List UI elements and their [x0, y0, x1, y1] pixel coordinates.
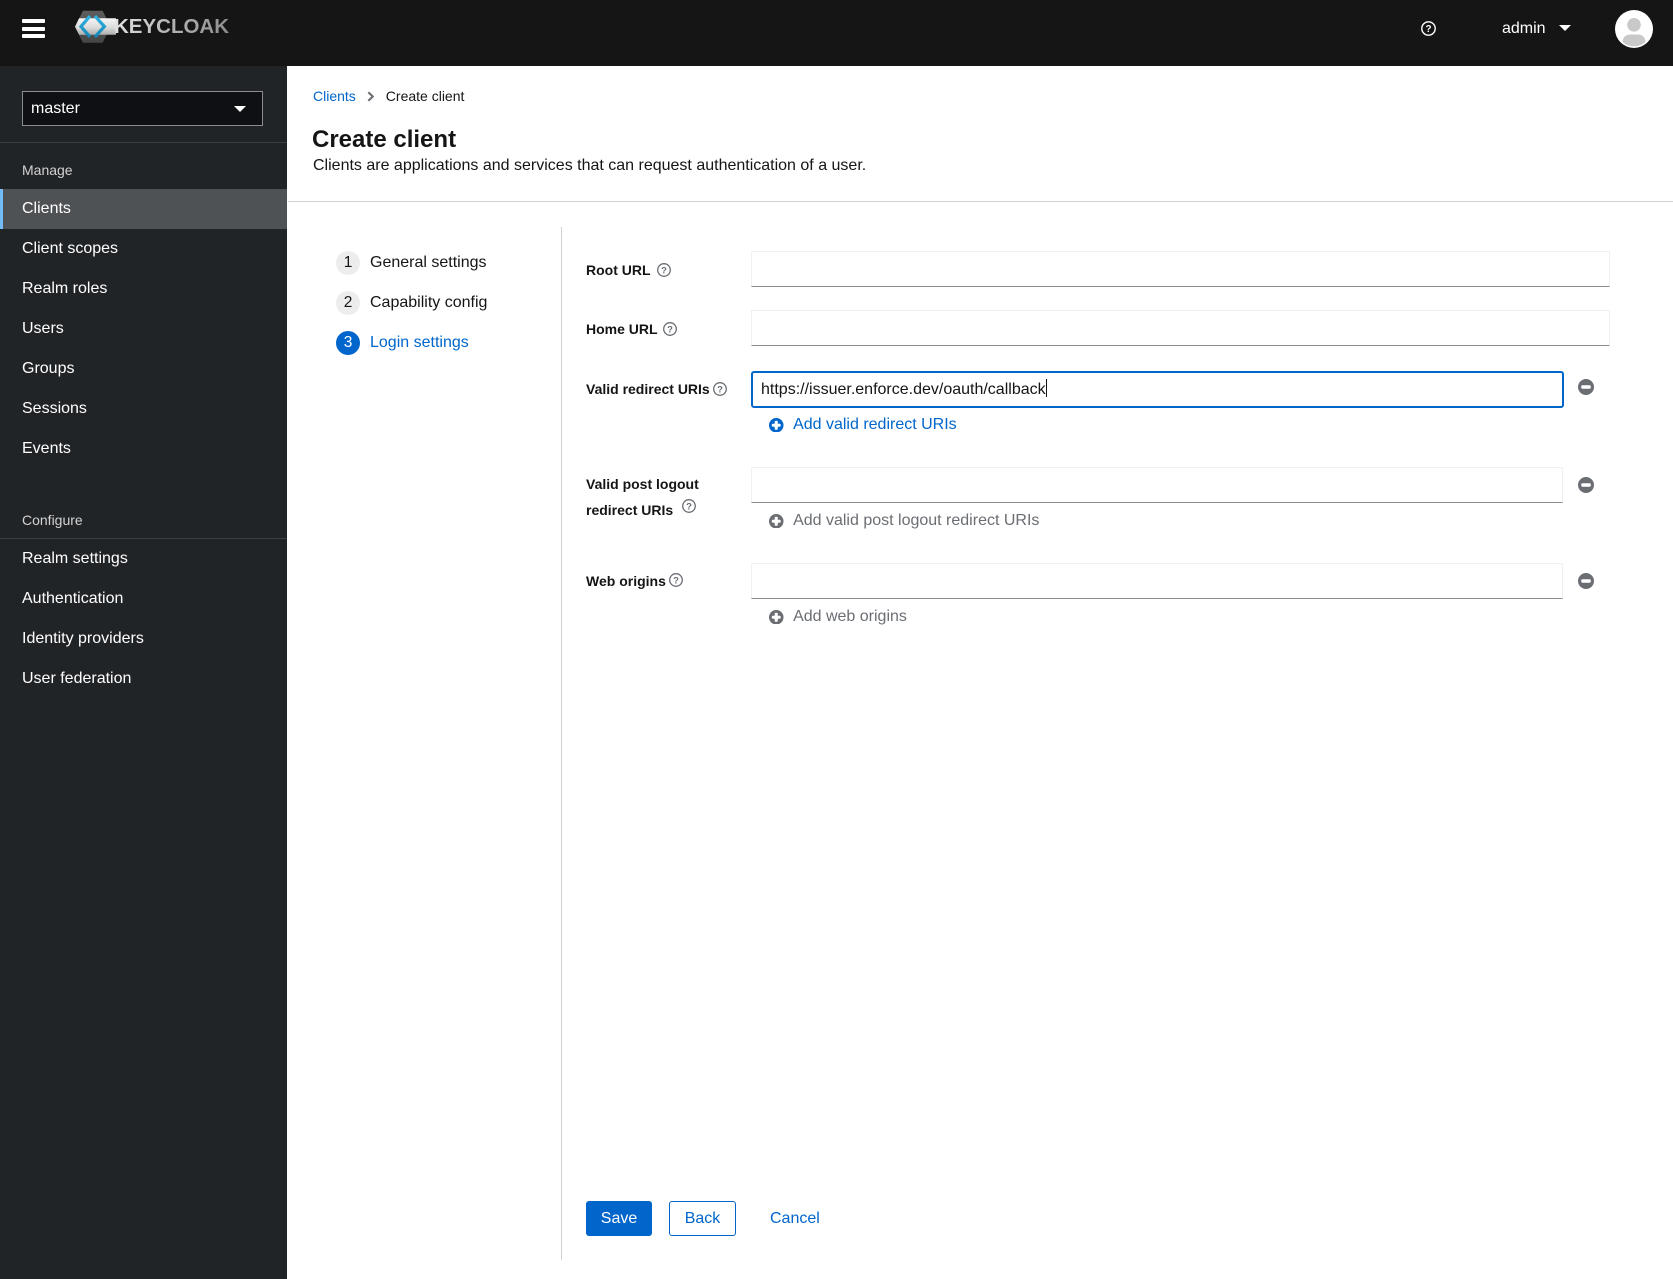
svg-text:?: ?: [686, 501, 692, 512]
svg-text:?: ?: [717, 384, 723, 395]
svg-text:?: ?: [667, 324, 673, 335]
svg-text:?: ?: [661, 265, 667, 276]
svg-text:?: ?: [673, 575, 679, 586]
svg-text:?: ?: [1425, 24, 1431, 35]
